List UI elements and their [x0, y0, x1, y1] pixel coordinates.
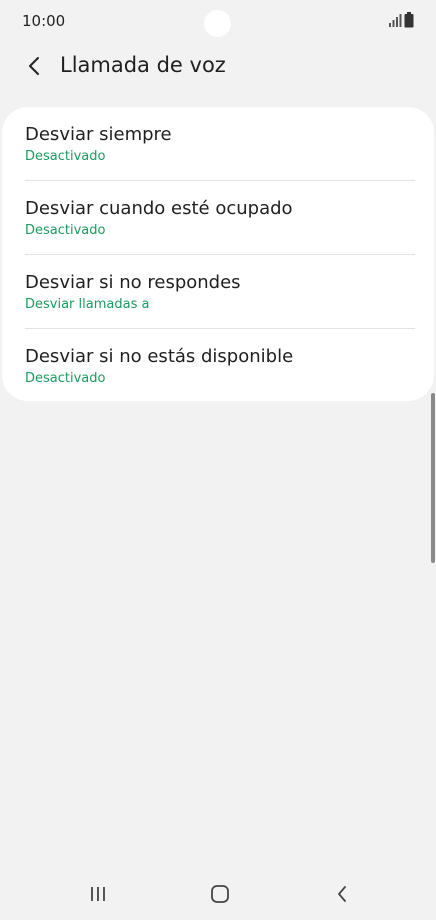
list-item-forward-always[interactable]: Desviar siempre Desactivado — [2, 107, 434, 181]
camera-cutout — [204, 10, 231, 37]
recent-apps-icon — [91, 887, 105, 901]
recent-apps-button[interactable] — [78, 878, 118, 910]
item-status: Desactivado — [25, 371, 106, 386]
list-item-forward-busy[interactable]: Desviar cuando esté ocupado Desactivado — [2, 181, 434, 255]
status-time: 10:00 — [22, 12, 66, 30]
signal-icon — [389, 14, 402, 27]
item-status: Desactivado — [25, 149, 106, 164]
settings-card: Desviar siempre Desactivado Desviar cuan… — [2, 107, 434, 401]
item-status: Desactivado — [25, 223, 106, 238]
back-button[interactable] — [16, 48, 52, 84]
page-title: Llamada de voz — [60, 53, 226, 77]
nav-back-button[interactable] — [322, 878, 362, 910]
status-bar: 10:00 — [0, 0, 436, 42]
chevron-left-icon — [29, 57, 39, 75]
back-icon — [338, 886, 346, 902]
item-title: Desviar siempre — [25, 124, 172, 145]
battery-icon — [404, 12, 414, 28]
home-icon — [211, 885, 229, 903]
item-status: Desviar llamadas a — [25, 297, 150, 312]
list-item-forward-unavailable[interactable]: Desviar si no estás disponible Desactiva… — [2, 329, 434, 403]
app-header: Llamada de voz — [0, 44, 436, 88]
home-button[interactable] — [200, 878, 240, 910]
scrollbar[interactable] — [431, 393, 435, 563]
item-title: Desviar cuando esté ocupado — [25, 198, 293, 219]
navigation-bar — [0, 866, 436, 920]
item-title: Desviar si no respondes — [25, 272, 241, 293]
list-item-forward-no-answer[interactable]: Desviar si no respondes Desviar llamadas… — [2, 255, 434, 329]
screen: 10:00 Llamada de voz Desviar siempre Des… — [0, 0, 436, 920]
item-title: Desviar si no estás disponible — [25, 346, 294, 367]
